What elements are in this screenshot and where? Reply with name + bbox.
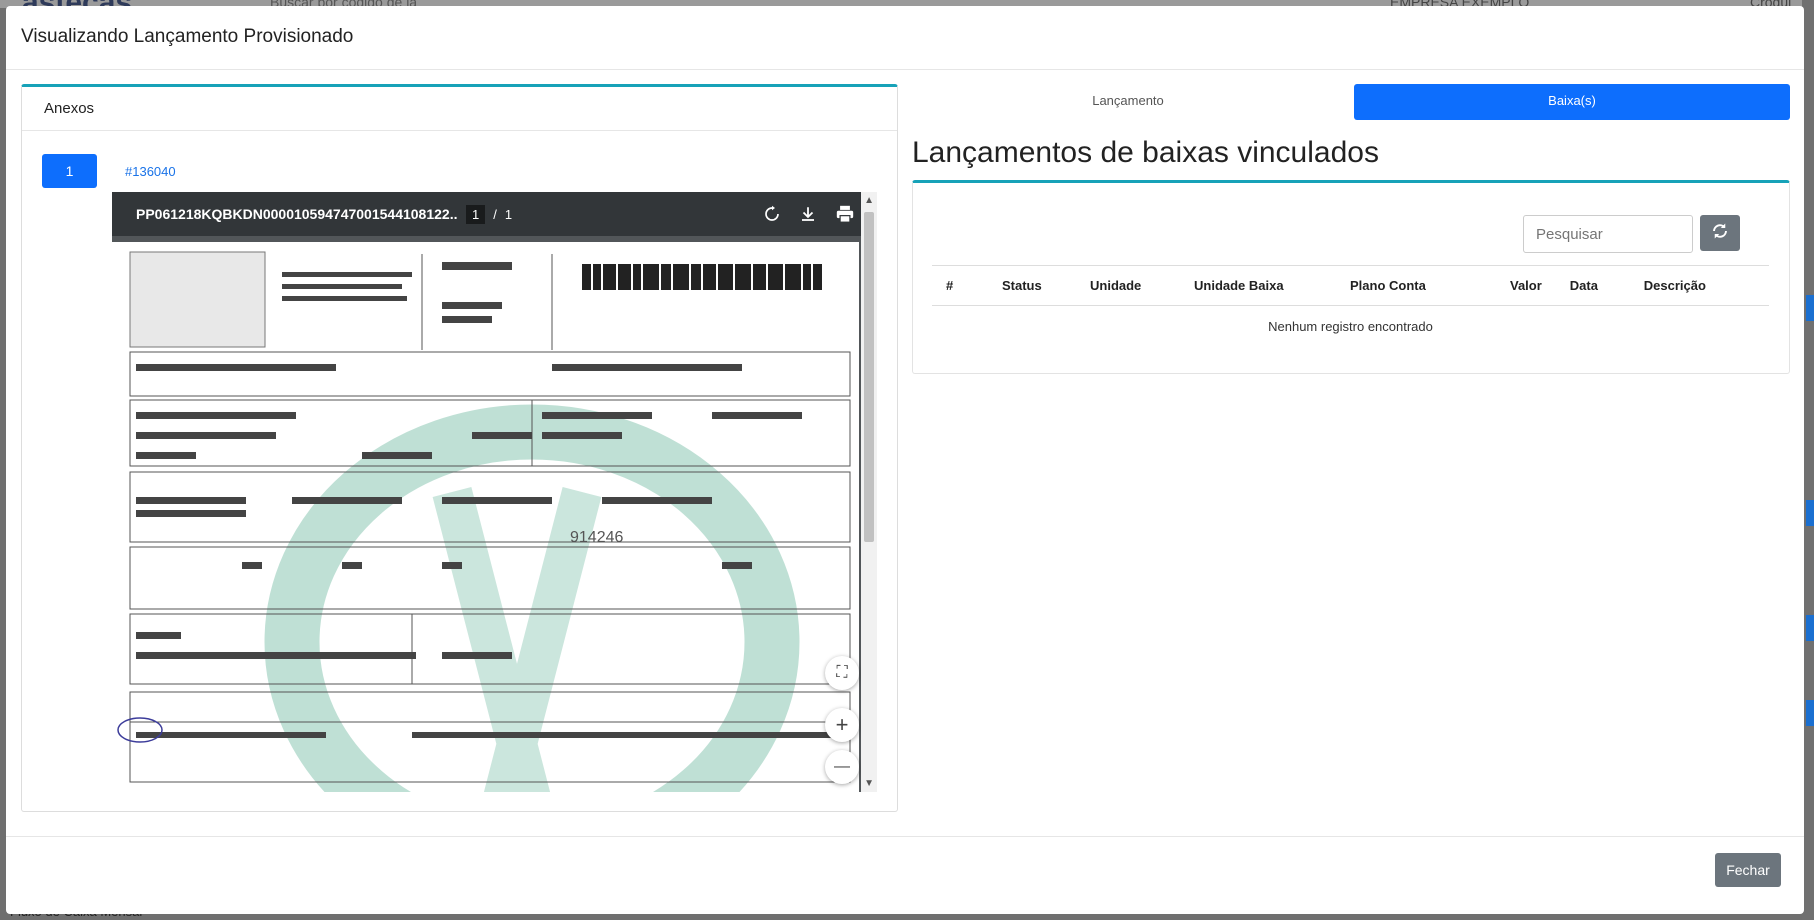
download-icon[interactable] xyxy=(799,205,817,223)
close-button[interactable]: Fechar xyxy=(1715,853,1781,887)
column-header[interactable]: Plano Conta xyxy=(1336,265,1496,306)
pdf-document-image: 914246 xyxy=(112,242,859,792)
pdf-actions xyxy=(763,192,855,236)
modal-header: Visualizando Lançamento Provisionado xyxy=(6,6,1804,70)
pdf-filename: PP061218KQBKDN000010594747001544108122..… xyxy=(136,206,458,222)
tab-lancamento[interactable]: Lançamento xyxy=(910,84,1346,120)
column-header[interactable]: Unidade Baixa xyxy=(1180,265,1336,306)
pdf-scroll-thumb[interactable] xyxy=(864,212,874,542)
pdf-toolbar: PP061218KQBKDN000010594747001544108122..… xyxy=(112,192,877,236)
column-header[interactable]: Status xyxy=(988,265,1076,306)
anexos-panel: Anexos 1 #136040 PP061218KQBKDN000010594… xyxy=(21,84,898,812)
column-header[interactable]: Data xyxy=(1555,265,1630,306)
column-header[interactable]: # xyxy=(932,265,988,306)
modal-title: Visualizando Lançamento Provisionado xyxy=(21,26,354,47)
attachment-link[interactable]: #136040 xyxy=(125,164,176,179)
zoom-in-icon[interactable]: + xyxy=(825,708,859,742)
empty-message: Nenhum registro encontrado xyxy=(1268,319,1433,334)
svg-text:914246: 914246 xyxy=(570,529,623,546)
print-icon[interactable] xyxy=(835,205,855,223)
baixas-card: # Status Unidade Unidade Baixa Plano Con… xyxy=(912,180,1790,374)
pdf-page-input[interactable]: 1 xyxy=(466,204,486,224)
pdf-total-pages: 1 xyxy=(504,206,513,222)
attachment-page-button[interactable]: 1 xyxy=(42,154,97,188)
zoom-out-icon[interactable]: — xyxy=(825,750,859,784)
pdf-scrollbar[interactable]: ▲ ▼ xyxy=(861,192,877,792)
pdf-viewer[interactable]: PP061218KQBKDN000010594747001544108122..… xyxy=(112,192,877,792)
empty-row: Nenhum registro encontrado xyxy=(932,306,1769,348)
modal: Visualizando Lançamento Provisionado Ane… xyxy=(6,6,1804,914)
search-input[interactable] xyxy=(1523,215,1693,253)
rotate-icon[interactable] xyxy=(763,205,781,223)
baixas-table: # Status Unidade Unidade Baixa Plano Con… xyxy=(932,265,1769,347)
refresh-icon xyxy=(1711,222,1729,245)
refresh-button[interactable] xyxy=(1700,215,1740,251)
column-header[interactable]: Unidade xyxy=(1076,265,1180,306)
tabs: Lançamento Baixa(s) xyxy=(910,84,1790,120)
baixas-title: Lançamentos de baixas vinculados xyxy=(912,136,1379,169)
column-header[interactable]: Valor xyxy=(1496,265,1556,306)
scroll-up-icon[interactable]: ▲ xyxy=(864,195,874,206)
anexos-heading: Anexos xyxy=(22,87,897,131)
scroll-down-icon[interactable]: ▼ xyxy=(864,778,874,789)
fit-icon[interactable]: ⛶ xyxy=(825,656,859,690)
column-header[interactable]: Descrição xyxy=(1629,265,1769,306)
modal-footer: Fechar xyxy=(6,836,1804,914)
table-header-row: # Status Unidade Unidade Baixa Plano Con… xyxy=(932,265,1769,306)
pdf-page-separator: / xyxy=(493,206,497,222)
tab-baixas[interactable]: Baixa(s) xyxy=(1354,84,1790,120)
